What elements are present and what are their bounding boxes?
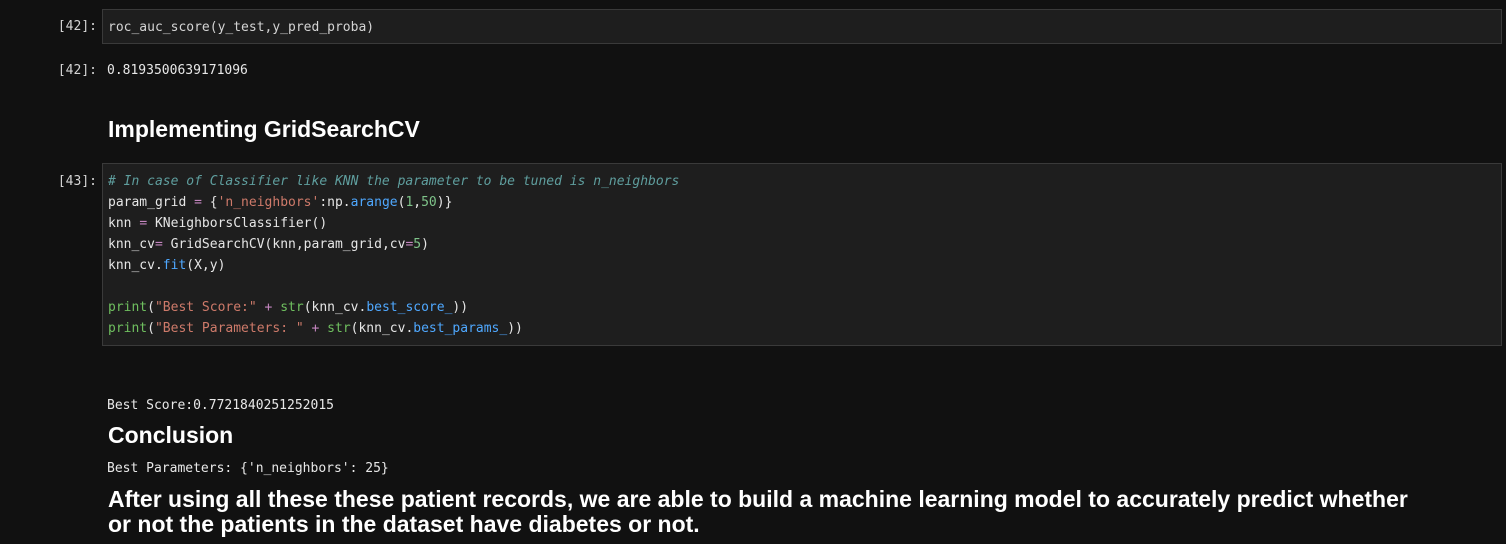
code-token: (X,y) [186,258,226,273]
input-prompt-43: [43]: [57,174,97,189]
code-operator: = [194,195,202,210]
code-line-5: knn_cv.fit(X,y) [103,255,1501,276]
code-token: GridSearchCV(knn,param_grid,cv [162,237,406,252]
code-token: , [413,195,422,210]
code-operator: + [303,321,328,336]
conclusion-line-2: or not the patients in the dataset have … [108,511,700,537]
code-token: knn_cv. [108,258,163,273]
code-string: "Best Parameters: " [154,321,304,336]
code-token: param_grid [108,195,195,210]
output-result-42: 0.8193500639171096 [107,63,248,78]
code-attribute: best_params_ [413,321,508,336]
code-token: ) [421,237,429,252]
code-line: roc_auc_score(y_test,y_pred_proba) [108,20,375,35]
code-operator: + [256,300,281,315]
code-cell-42[interactable]: roc_auc_score(y_test,y_pred_proba) [102,9,1502,44]
code-token: (knn_cv. [303,300,367,315]
code-token: ( [147,300,155,315]
code-attribute: arange [350,195,398,210]
code-line-7: print("Best Score:" + str(knn_cv.best_sc… [103,297,1501,318]
code-cell-43[interactable]: # In case of Classifier like KNN the par… [102,163,1502,346]
code-token: { [201,195,218,210]
code-operator: = [139,216,148,231]
code-token: :np. [319,195,351,210]
code-token: (knn_cv. [350,321,414,336]
code-builtin: print [108,321,148,336]
code-token: knn_cv [108,237,155,252]
code-comment: # In case of Classifier like KNN the par… [108,174,680,189]
code-builtin: str [327,321,351,336]
code-token: )} [436,195,453,210]
code-token: )) [507,321,523,336]
code-token: KNeighborsClassifier() [147,216,328,231]
conclusion-line-1: After using all these these patient reco… [108,486,1408,512]
code-builtin: str [280,300,304,315]
code-operator: = [154,237,163,252]
code-attribute: best_score_ [366,300,453,315]
code-token: knn [108,216,140,231]
code-number: 50 [421,195,437,210]
output-prompt-42: [42]: [57,63,97,78]
code-line-2: param_grid = {'n_neighbors':np.arange(1,… [103,192,1501,213]
markdown-conclusion-text: After using all these these patient reco… [108,487,1488,537]
code-token: )) [452,300,469,315]
code-line-4: knn_cv= GridSearchCV(knn,param_grid,cv=5… [103,234,1501,255]
markdown-heading-gridsearch: Implementing GridSearchCV [108,116,420,142]
code-line-1: # In case of Classifier like KNN the par… [103,171,1501,192]
code-attribute: fit [162,258,187,273]
code-string: "Best Score:" [154,300,257,315]
input-prompt-42: [42]: [57,19,97,34]
code-builtin: print [108,300,148,315]
markdown-heading-conclusion: Conclusion [108,422,234,448]
code-line-8: print("Best Parameters: " + str(knn_cv.b… [103,318,1501,339]
output-line: Best Score:0.7721840251252015 [107,398,334,413]
output-line: Best Parameters: {'n_neighbors': 25} [107,461,389,476]
code-line-3: knn = KNeighborsClassifier() [103,213,1501,234]
code-number: 5 [413,237,422,252]
code-string: 'n_neighbors' [217,195,320,210]
code-token: ( [147,321,155,336]
